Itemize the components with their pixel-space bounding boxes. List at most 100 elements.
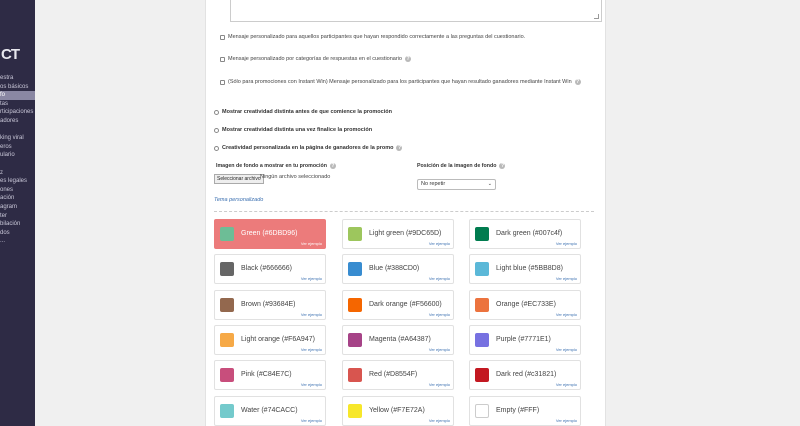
- option-label: Creatividad personalizada en la página d…: [222, 145, 394, 151]
- color-chip: [348, 262, 362, 277]
- resize-grip-icon[interactable]: [594, 14, 599, 19]
- app-logo: CT: [1, 46, 20, 63]
- sidebar-item[interactable]: estra: [0, 74, 35, 83]
- creativity-after-option[interactable]: Mostrar creatividad distinta una vez fin…: [214, 127, 372, 133]
- swatch-name: Purple (#7771E1): [496, 335, 551, 343]
- theme-swatch[interactable]: Water (#74CACC) Ver ejemplo: [214, 395, 326, 426]
- view-example-link[interactable]: Ver ejemplo: [301, 312, 322, 317]
- color-chip: [475, 262, 489, 277]
- radio[interactable]: [214, 145, 219, 151]
- color-chip: [475, 227, 489, 241]
- view-example-link[interactable]: Ver ejemplo: [429, 418, 450, 423]
- help-icon[interactable]: ?: [329, 163, 336, 169]
- sidebar-item[interactable]: os básicos: [0, 83, 35, 92]
- sidebar-item[interactable]: [0, 160, 35, 169]
- swatch-name: Light orange (#F6A947): [241, 335, 315, 343]
- sidebar-item[interactable]: ter: [0, 212, 35, 221]
- sidebar-item[interactable]: ones: [0, 186, 35, 195]
- sidebar-item[interactable]: fo: [0, 91, 35, 100]
- color-chip: [220, 332, 234, 347]
- view-example-link[interactable]: Ver ejemplo: [301, 418, 322, 423]
- radio[interactable]: [214, 109, 219, 115]
- view-example-link[interactable]: Ver ejemplo: [556, 312, 577, 317]
- theme-swatch[interactable]: Pink (#C84E7C) Ver ejemplo: [214, 360, 326, 391]
- theme-swatch[interactable]: Red (#D8554F) Ver ejemplo: [342, 360, 454, 391]
- checkbox[interactable]: [220, 56, 225, 62]
- help-icon[interactable]: ?: [574, 79, 581, 85]
- message-textarea[interactable]: [230, 0, 602, 22]
- swatch-name: Red (#D8554F): [369, 371, 418, 379]
- checkbox[interactable]: [220, 34, 225, 40]
- view-example-link[interactable]: Ver ejemplo: [556, 418, 577, 423]
- theme-swatch[interactable]: Empty (#FFF) Ver ejemplo: [469, 395, 581, 426]
- sidebar-menu: estra os básicos fo tas rticipaciones adores k…: [0, 74, 35, 246]
- settings-panel: Mensaje personalizado para aquellos part…: [205, 0, 606, 426]
- correct-answers-message-option[interactable]: Mensaje personalizado para aquellos part…: [220, 34, 525, 40]
- option-label: Mensaje personalizado para aquellos part…: [228, 34, 526, 40]
- view-example-link[interactable]: Ver ejemplo: [429, 312, 450, 317]
- sidebar-item[interactable]: ación: [0, 194, 35, 203]
- view-example-link[interactable]: Ver ejemplo: [429, 276, 450, 281]
- background-position-select[interactable]: No repetir ⌄: [417, 179, 496, 190]
- instant-win-message-option[interactable]: (Sólo para promociones con Instant Win) …: [220, 79, 581, 85]
- sidebar-item[interactable]: king viral: [0, 134, 35, 143]
- theme-swatch[interactable]: Light green (#9DC65D) Ver ejemplo: [342, 219, 454, 249]
- sidebar-item[interactable]: z: [0, 169, 35, 178]
- view-example-link[interactable]: Ver ejemplo: [556, 347, 577, 352]
- theme-swatch[interactable]: Orange (#EC733E) Ver ejemplo: [469, 289, 581, 320]
- creativity-before-option[interactable]: Mostrar creatividad distinta antes de qu…: [214, 109, 392, 115]
- sidebar-item[interactable]: ...: [0, 237, 35, 246]
- swatch-name: Pink (#C84E7C): [241, 371, 292, 379]
- help-icon[interactable]: ?: [499, 163, 506, 169]
- view-example-link[interactable]: Ver ejemplo: [556, 276, 577, 281]
- sidebar-item[interactable]: bilación: [0, 220, 35, 229]
- swatch-name: Blue (#388CD0): [369, 265, 420, 273]
- view-example-link[interactable]: Ver ejemplo: [429, 347, 450, 352]
- view-example-link[interactable]: Ver ejemplo: [301, 241, 322, 246]
- option-label: (Sólo para promociones con Instant Win) …: [228, 79, 572, 85]
- theme-swatch[interactable]: Green (#6DBD96) Ver ejemplo: [214, 219, 326, 249]
- sidebar-item[interactable]: tas: [0, 100, 35, 109]
- theme-swatch[interactable]: Blue (#388CD0) Ver ejemplo: [342, 254, 454, 285]
- theme-swatch[interactable]: Yellow (#F7E72A) Ver ejemplo: [342, 395, 454, 426]
- view-example-link[interactable]: Ver ejemplo: [556, 241, 577, 246]
- help-icon[interactable]: ?: [404, 56, 411, 62]
- category-message-option[interactable]: Mensaje personalizado por categorías de …: [220, 56, 411, 62]
- sidebar-item[interactable]: adores: [0, 117, 35, 126]
- choose-file-button[interactable]: Seleccionar archivo: [214, 174, 264, 184]
- radio[interactable]: [214, 127, 219, 133]
- swatch-name: Dark red (#c31821): [496, 371, 557, 379]
- theme-swatch[interactable]: Purple (#7771E1) Ver ejemplo: [469, 324, 581, 355]
- sidebar-item[interactable]: [0, 126, 35, 135]
- swatch-name: Dark green (#007c4f): [496, 230, 563, 237]
- theme-swatch[interactable]: Dark red (#c31821) Ver ejemplo: [469, 360, 581, 391]
- view-example-link[interactable]: Ver ejemplo: [301, 382, 322, 387]
- sidebar-item[interactable]: ulario: [0, 151, 35, 160]
- help-icon[interactable]: ?: [396, 145, 403, 151]
- theme-swatch[interactable]: Dark orange (#F56600) Ver ejemplo: [342, 289, 454, 320]
- checkbox[interactable]: [220, 79, 225, 85]
- theme-swatch[interactable]: Light blue (#5BB8D8) Ver ejemplo: [469, 254, 581, 285]
- theme-swatch[interactable]: Light orange (#F6A947) Ver ejemplo: [214, 324, 326, 355]
- sidebar-item[interactable]: eros: [0, 143, 35, 152]
- swatch-name: Yellow (#F7E72A): [369, 406, 425, 414]
- swatch-name: Light green (#9DC65D): [369, 230, 442, 237]
- winners-creativity-option[interactable]: Creatividad personalizada en la página d…: [214, 145, 403, 151]
- view-example-link[interactable]: Ver ejemplo: [429, 241, 450, 246]
- sidebar-item[interactable]: rticipaciones: [0, 108, 35, 117]
- color-chip: [348, 227, 362, 241]
- color-chip: [348, 403, 362, 418]
- theme-swatch[interactable]: Magenta (#A64387) Ver ejemplo: [342, 324, 454, 355]
- view-example-link[interactable]: Ver ejemplo: [301, 347, 322, 352]
- theme-swatch[interactable]: Brown (#93684E) Ver ejemplo: [214, 289, 326, 320]
- option-label: Mensaje personalizado por categorías de …: [228, 56, 402, 62]
- sidebar-item[interactable]: es legales: [0, 177, 35, 186]
- view-example-link[interactable]: Ver ejemplo: [301, 276, 322, 281]
- view-example-link[interactable]: Ver ejemplo: [429, 382, 450, 387]
- view-example-link[interactable]: Ver ejemplo: [556, 382, 577, 387]
- theme-swatch[interactable]: Dark green (#007c4f) Ver ejemplo: [469, 219, 581, 249]
- sidebar-item[interactable]: dos: [0, 229, 35, 238]
- swatch-name: Black (#666666): [241, 265, 292, 273]
- sidebar-item[interactable]: agram: [0, 203, 35, 212]
- theme-swatch[interactable]: Black (#666666) Ver ejemplo: [214, 254, 326, 285]
